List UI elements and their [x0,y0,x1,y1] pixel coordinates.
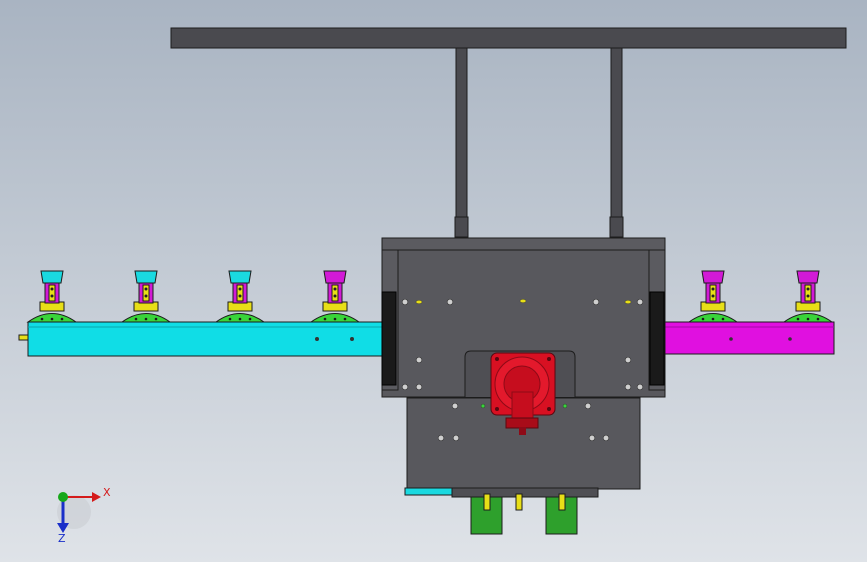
support-post-right[interactable] [610,47,623,219]
cad-viewport[interactable]: X Z [0,0,867,562]
x-axis-label: X [103,486,111,499]
support-post-left[interactable] [455,47,468,219]
main-plate-top-lip [381,237,666,251]
clamp-jaw[interactable] [323,270,347,284]
left-rail[interactable] [18,321,384,357]
z-axis-label: Z [58,532,66,545]
top-crossbar[interactable] [170,27,847,49]
clamp-jaw[interactable] [134,270,158,284]
clamp-jaw[interactable] [228,270,252,284]
clamp-jaw[interactable] [796,270,820,284]
gripper-assembly-drawing[interactable]: X Z [0,0,867,562]
right-guide-block [649,291,665,386]
post-foot-left [454,216,469,238]
y-axis-dot [58,492,68,502]
left-guide-block [381,291,397,386]
post-foot-right [609,216,624,238]
clamp-jaw[interactable] [701,270,725,284]
clamp-jaw[interactable] [40,270,64,284]
right-rail[interactable] [663,321,835,355]
lower-manifold [451,487,599,498]
